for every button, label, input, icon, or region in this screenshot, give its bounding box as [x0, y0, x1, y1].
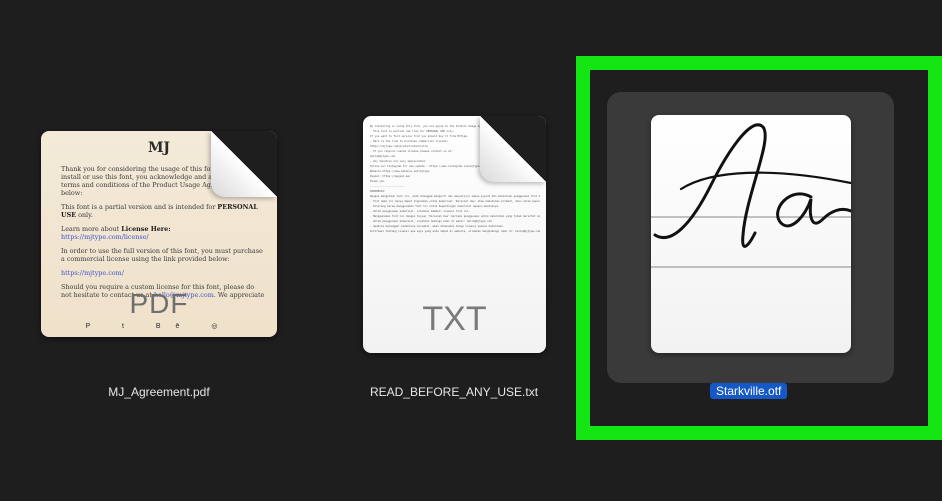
txt-document-icon[interactable]: By installing or using this font, you ar…: [363, 116, 546, 353]
pdf-preview-paragraph: Learn more about License Here: https://mj…: [61, 225, 171, 241]
font-document-icon[interactable]: [651, 115, 851, 353]
pdf-preview-paragraph: In order to use the full version of this…: [61, 247, 263, 263]
social-icons: P t Bē ◎: [85, 323, 233, 330]
pdf-preview-paragraph: https://mjtype.com/: [61, 269, 124, 277]
pdf-preview-paragraph: This font is a partial version and is in…: [61, 203, 258, 219]
txt-preview-line: Informasi tentang lisensi apa saja yang …: [370, 230, 540, 233]
file-name-label-selected[interactable]: Starkville.otf: [710, 383, 788, 399]
file-name-label[interactable]: READ_BEFORE_ANY_USE.txt: [370, 385, 538, 399]
page-fold-icon: [480, 116, 546, 182]
file-type-label: TXT: [422, 300, 487, 338]
file-type-label: PDF: [129, 288, 189, 319]
pdf-document-icon[interactable]: MJ Thank you for considering the usage o…: [41, 131, 277, 337]
file-name-label[interactable]: MJ_Agreement.pdf: [108, 385, 209, 399]
font-preview-glyphs: [651, 123, 851, 268]
page-fold-icon: [211, 131, 277, 197]
